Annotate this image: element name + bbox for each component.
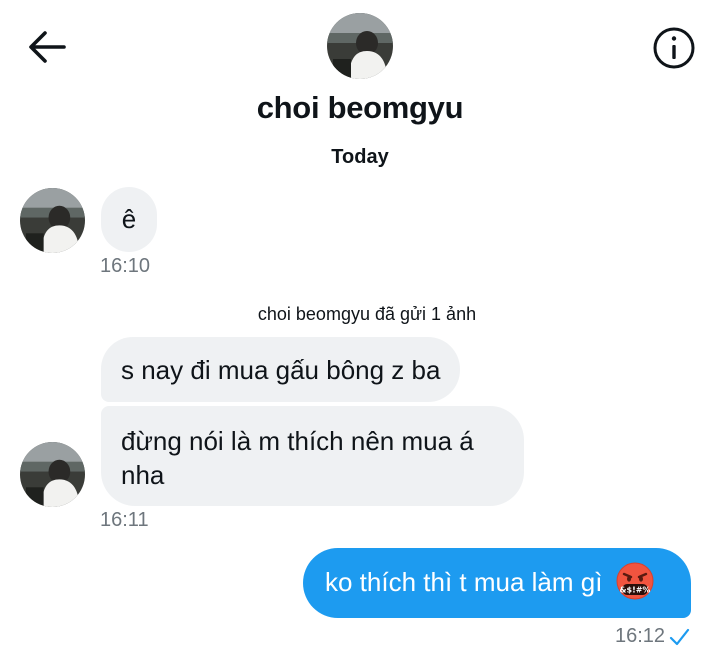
svg-text:&$!#%: &$!#% bbox=[619, 586, 650, 595]
info-button[interactable] bbox=[652, 26, 696, 70]
avatar-photo bbox=[20, 442, 85, 507]
header-avatar[interactable] bbox=[327, 13, 393, 79]
system-note: choi beomgyu đã gửi 1 ảnh bbox=[257, 304, 477, 324]
info-circle-icon bbox=[653, 27, 695, 69]
message-bubble-incoming[interactable]: đừng nói là m thích nên mua á nha bbox=[101, 406, 524, 506]
sender-avatar[interactable] bbox=[20, 442, 85, 507]
message-timestamp: 16:12 bbox=[615, 625, 666, 647]
back-button[interactable] bbox=[24, 26, 70, 68]
message-bubble-incoming[interactable]: ê bbox=[101, 187, 157, 252]
conversation-title[interactable]: choi beomgyu bbox=[0, 90, 720, 126]
message-text: ko thích thì t mua làm gì bbox=[325, 567, 603, 597]
message-bubble-outgoing[interactable]: ko thích thì t mua làm gì &$!#% bbox=[303, 548, 691, 618]
message-bubble-incoming[interactable]: s nay đi mua gấu bông z ba bbox=[101, 337, 461, 402]
angry-face-with-symbols-icon: &$!#% bbox=[616, 562, 654, 600]
avatar-photo bbox=[20, 188, 85, 253]
message-timestamp: 16:11 bbox=[100, 509, 149, 531]
read-check-icon bbox=[669, 628, 690, 646]
arrow-left-icon bbox=[29, 31, 66, 63]
message-timestamp: 16:10 bbox=[100, 255, 151, 277]
avatar-photo bbox=[327, 13, 393, 79]
day-separator: Today bbox=[331, 146, 389, 168]
sender-avatar[interactable] bbox=[20, 188, 85, 253]
